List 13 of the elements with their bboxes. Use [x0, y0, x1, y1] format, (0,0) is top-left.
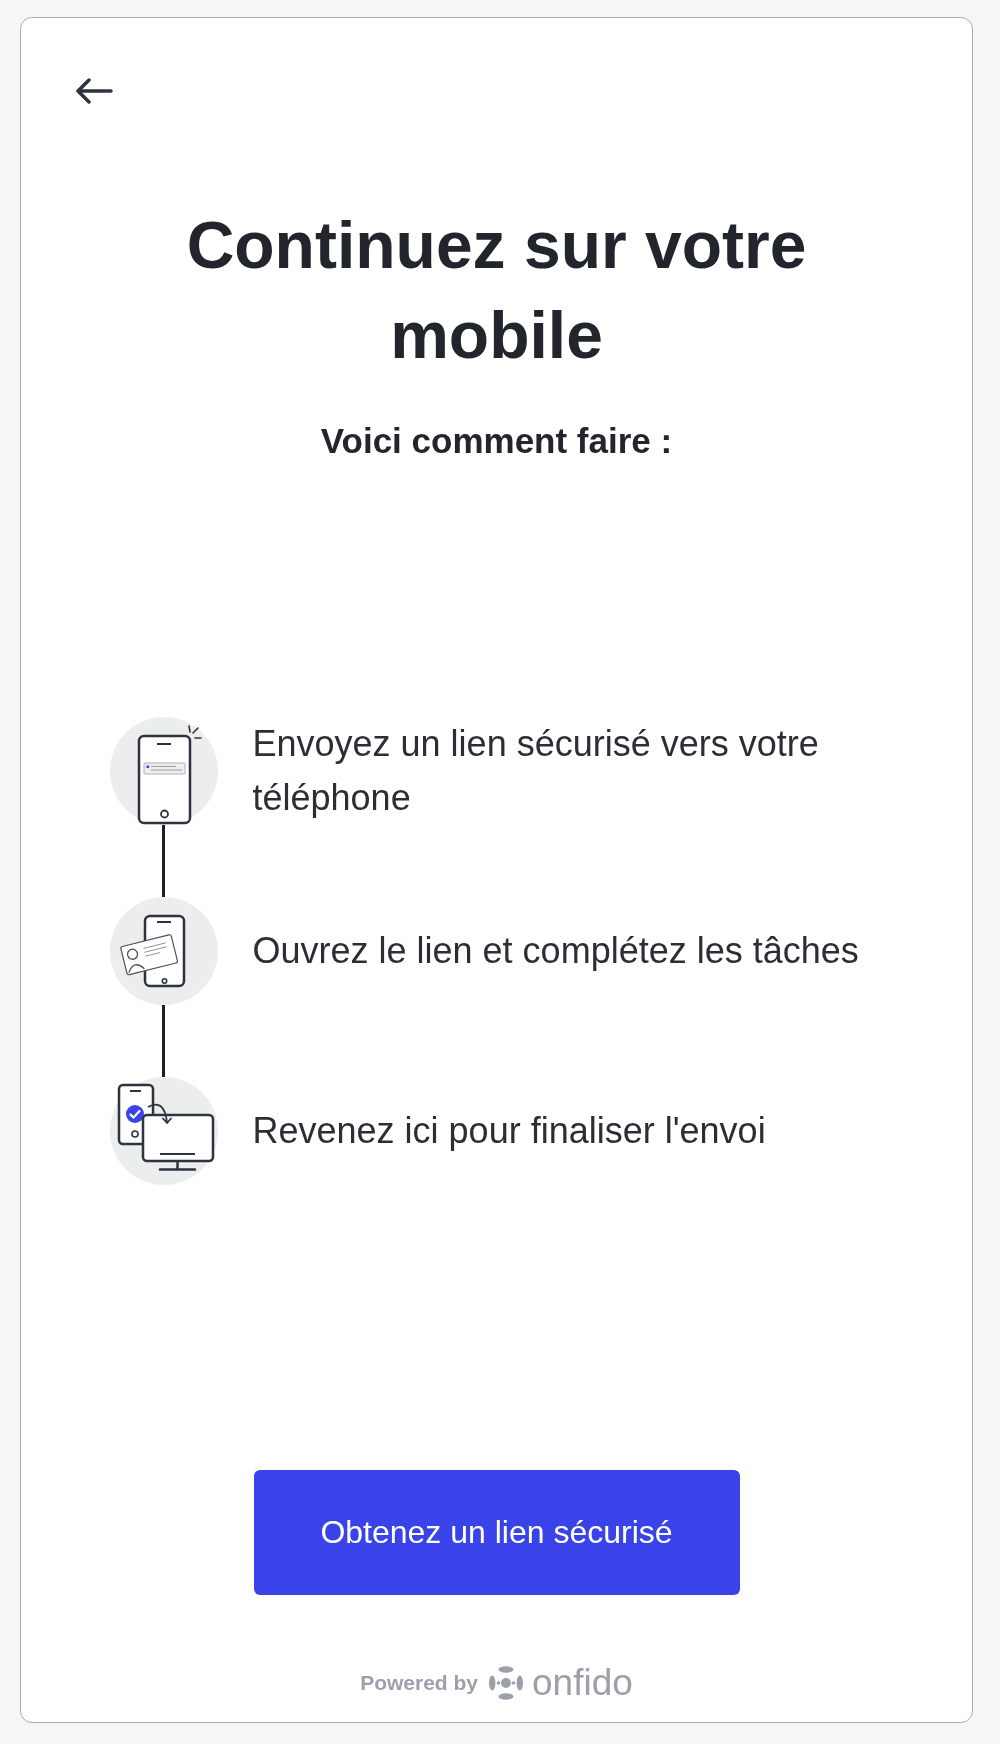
step-text: Envoyez un lien sécurisé vers votre téléphone — [252, 721, 820, 820]
get-secure-link-button[interactable]: Obtenez un lien sécurisé — [253, 1469, 740, 1595]
left-arrow-icon — [74, 77, 113, 104]
phone-to-monitor-icon — [109, 1076, 218, 1185]
phone-id-card-icon — [109, 896, 218, 1005]
petal-logo-icon — [489, 1665, 524, 1700]
brand-name: onfido — [532, 1662, 633, 1703]
step-text: Ouvrez le lien et complétez les tâches — [252, 928, 860, 973]
instructions-heading: Voici comment faire : — [320, 419, 673, 462]
page-title: Continuez sur votre mobile — [185, 206, 808, 374]
phone-message-icon — [109, 716, 218, 825]
powered-by-text: Powered by — [360, 1670, 479, 1695]
step-text: Revenez ici pour finaliser l'envoi — [252, 1108, 767, 1153]
